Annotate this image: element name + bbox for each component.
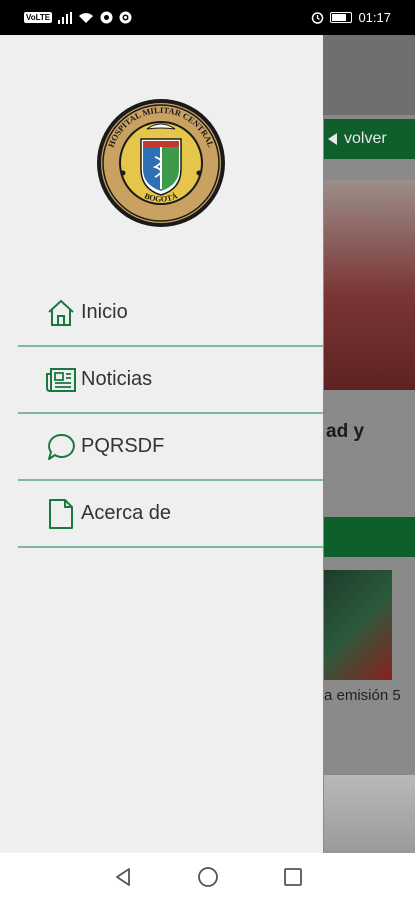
home-icon <box>45 297 77 329</box>
chat-bubble-icon <box>45 431 77 463</box>
navigation-drawer: HOSPITAL MILITAR CENTRAL BOGOTÁ Inicio N… <box>0 35 323 853</box>
news-photo-2 <box>324 775 415 853</box>
menu-label-noticias: Noticias <box>81 368 153 390</box>
wifi-icon <box>79 12 94 23</box>
back-button: volver <box>324 119 415 159</box>
settings-icon <box>119 11 132 24</box>
circle-home-icon <box>197 866 218 887</box>
section-bar <box>324 517 415 557</box>
nav-home-button[interactable] <box>194 863 222 891</box>
triangle-back-icon <box>115 867 130 886</box>
signal-icon <box>58 11 73 24</box>
drawer-menu: Inicio Noticias PQRSDF Acerca de <box>18 280 323 548</box>
news-caption: a emisión 5 <box>324 687 401 704</box>
news-thumbnail <box>324 570 392 680</box>
menu-label-acerca-de: Acerca de <box>81 502 172 524</box>
status-bar: VoLTE 01:17 <box>0 0 415 35</box>
square-recents-icon <box>283 867 302 886</box>
nav-back-button[interactable] <box>109 863 137 891</box>
menu-label-pqrsdf: PQRSDF <box>81 435 165 457</box>
sim-badge: VoLTE <box>24 12 53 23</box>
menu-item-inicio[interactable]: Inicio <box>18 280 323 347</box>
alarm-icon <box>312 12 324 24</box>
news-headline: ad y <box>326 421 365 442</box>
sync-icon <box>100 11 113 24</box>
hospital-logo: HOSPITAL MILITAR CENTRAL BOGOTÁ <box>97 99 225 227</box>
system-nav-bar <box>0 853 415 900</box>
menu-label-inicio: Inicio <box>81 301 128 323</box>
document-icon <box>45 498 77 530</box>
battery-icon <box>330 12 353 23</box>
back-arrow-icon <box>328 133 337 145</box>
menu-item-acerca-de[interactable]: Acerca de <box>18 481 323 548</box>
menu-item-noticias[interactable]: Noticias <box>18 347 323 414</box>
status-time: 01:17 <box>358 10 391 25</box>
menu-item-pqrsdf[interactable]: PQRSDF <box>18 414 323 481</box>
status-right: 01:17 <box>311 10 391 25</box>
back-label: volver <box>344 130 387 147</box>
status-left: VoLTE <box>24 11 132 24</box>
news-photo <box>324 180 415 390</box>
nav-recents-button[interactable] <box>279 863 307 891</box>
newspaper-icon <box>45 364 77 396</box>
